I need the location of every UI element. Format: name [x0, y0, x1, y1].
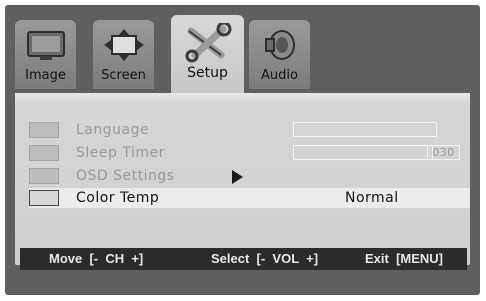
osd-settings-icon: [29, 168, 59, 184]
osd-menu: Image Screen Setup Audio Language Sleep …: [5, 5, 480, 295]
screen-move-icon: [102, 28, 146, 66]
menu-item-label: OSD Settings: [76, 168, 175, 184]
language-value-box: [293, 122, 437, 137]
menu-item-osd-settings[interactable]: OSD Settings: [29, 168, 469, 186]
tab-image[interactable]: Image: [15, 20, 76, 89]
tab-audio[interactable]: Audio: [249, 20, 310, 89]
tab-image-label: Image: [25, 68, 66, 83]
setup-panel: Language Sleep Timer 030 OSD Settings Co…: [15, 93, 470, 265]
select-hint: Select [- VOL +]: [211, 251, 319, 266]
tab-screen[interactable]: Screen: [93, 20, 154, 89]
sleep-timer-bar: [293, 145, 433, 160]
move-hint: Move [- CH +]: [49, 251, 144, 266]
menu-item-color-temp[interactable]: Color Temp Normal: [29, 190, 469, 208]
sleep-timer-value: 030: [427, 145, 460, 160]
color-temp-icon: [29, 190, 59, 206]
color-temp-value[interactable]: Normal: [345, 190, 399, 206]
sleep-timer-icon: [29, 145, 59, 161]
language-icon: [29, 122, 59, 138]
tab-setup[interactable]: Setup: [171, 15, 244, 95]
tools-icon: [183, 21, 233, 67]
tab-screen-label: Screen: [101, 68, 146, 83]
menu-item-label: Language: [76, 122, 150, 138]
exit-hint: Exit [MENU]: [365, 251, 443, 266]
tv-icon: [26, 28, 66, 66]
menu-item-sleep-timer[interactable]: Sleep Timer 030: [29, 145, 469, 163]
menu-item-language[interactable]: Language: [29, 122, 469, 140]
tab-setup-label: Setup: [187, 65, 228, 81]
tab-audio-label: Audio: [261, 68, 298, 83]
submenu-arrow-icon: [232, 170, 243, 184]
speaker-icon: [262, 28, 298, 66]
menu-item-label: Color Temp: [76, 190, 160, 206]
key-hint-bar: Move [- CH +] Select [- VOL +] Exit [MEN…: [20, 248, 467, 270]
menu-item-label: Sleep Timer: [76, 145, 165, 161]
